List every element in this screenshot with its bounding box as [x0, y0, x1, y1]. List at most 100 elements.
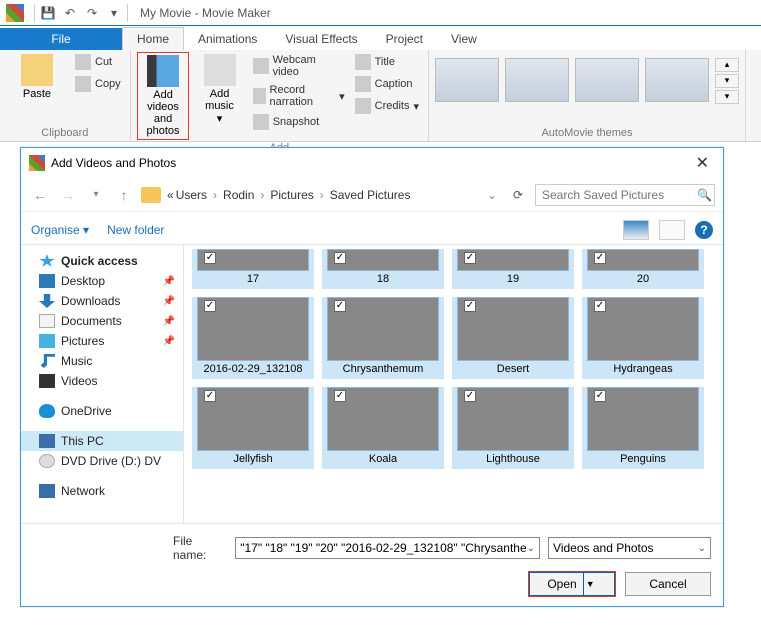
caption-button[interactable]: Caption	[352, 74, 422, 94]
tab-project[interactable]: Project	[372, 28, 437, 50]
search-input[interactable]	[542, 188, 697, 202]
group-clipboard-label: Clipboard	[6, 125, 124, 141]
file-checkbox[interactable]: ✓	[464, 300, 476, 312]
file-item[interactable]: ✓20	[582, 249, 704, 289]
file-item[interactable]: ✓Hydrangeas	[582, 297, 704, 379]
crumb-saved-pictures[interactable]: Saved Pictures	[330, 188, 411, 202]
new-folder-button[interactable]: New folder	[107, 223, 164, 237]
file-item[interactable]: ✓Chrysanthemum	[322, 297, 444, 379]
crumb-rodin[interactable]: Rodin	[223, 188, 254, 202]
file-checkbox[interactable]: ✓	[204, 390, 216, 402]
tab-file[interactable]: File	[0, 28, 122, 50]
nav-quick-access[interactable]: Quick access	[21, 251, 183, 271]
title-button[interactable]: Title	[352, 52, 422, 72]
file-item[interactable]: ✓Lighthouse	[452, 387, 574, 469]
nav-forward-button[interactable]: →	[57, 184, 79, 206]
file-checkbox[interactable]: ✓	[594, 252, 606, 264]
folder-icon	[141, 187, 161, 203]
file-checkbox[interactable]: ✓	[594, 390, 606, 402]
file-checkbox[interactable]: ✓	[204, 300, 216, 312]
nav-music[interactable]: Music	[21, 351, 183, 371]
add-music-button[interactable]: Add music▾	[193, 52, 245, 127]
file-thumbnail: ✓	[197, 297, 309, 361]
chevron-down-icon[interactable]: ⌄	[527, 543, 535, 554]
nav-up-button[interactable]: ↑	[113, 184, 135, 206]
credits-button[interactable]: Credits ▾	[352, 96, 422, 116]
file-checkbox[interactable]: ✓	[334, 300, 346, 312]
file-checkbox[interactable]: ✓	[334, 390, 346, 402]
chevron-down-icon[interactable]: ⌄	[698, 543, 706, 554]
gallery-down-icon[interactable]: ▾	[715, 74, 739, 88]
file-thumbnail: ✓	[197, 249, 309, 271]
file-item[interactable]: ✓Penguins	[582, 387, 704, 469]
preview-pane-button[interactable]	[659, 220, 685, 240]
dialog-close-button[interactable]: ✕	[690, 153, 715, 173]
cut-button[interactable]: Cut	[72, 52, 124, 72]
file-checkbox[interactable]: ✓	[594, 300, 606, 312]
nav-back-button[interactable]: ←	[29, 184, 51, 206]
nav-downloads[interactable]: Downloads📌	[21, 291, 183, 311]
nav-network[interactable]: Network	[21, 481, 183, 501]
file-checkbox[interactable]: ✓	[204, 252, 216, 264]
file-checkbox[interactable]: ✓	[334, 252, 346, 264]
automovie-gallery[interactable]: ▴ ▾ ▾	[435, 52, 739, 125]
view-mode-button[interactable]	[623, 220, 649, 240]
add-music-label: Add music	[195, 88, 243, 112]
qat-dropdown-icon[interactable]: ▾	[105, 4, 123, 22]
file-item[interactable]: ✓18	[322, 249, 444, 289]
automovie-theme-2[interactable]	[505, 58, 569, 102]
rotate-button[interactable]: Ro	[752, 52, 761, 102]
webcam-icon	[253, 58, 269, 74]
paste-button[interactable]: Paste	[6, 52, 68, 102]
nav-videos[interactable]: Videos	[21, 371, 183, 391]
refresh-button[interactable]: ⟳	[507, 188, 529, 202]
music-note-icon	[204, 54, 236, 86]
gallery-more-icon[interactable]: ▾	[715, 90, 739, 104]
open-button[interactable]: Open ▼	[529, 572, 615, 596]
file-thumbnail: ✓	[587, 297, 699, 361]
record-narration-button[interactable]: Record narration ▾	[250, 82, 348, 110]
file-item[interactable]: ✓17	[192, 249, 314, 289]
nav-desktop[interactable]: Desktop📌	[21, 271, 183, 291]
crumb-pictures[interactable]: Pictures	[270, 188, 313, 202]
qat-undo-icon[interactable]: ↶	[61, 4, 79, 22]
nav-onedrive[interactable]: OneDrive	[21, 401, 183, 421]
add-videos-photos-button[interactable]: Add videos and photos	[137, 52, 190, 140]
automovie-theme-4[interactable]	[645, 58, 709, 102]
file-item[interactable]: ✓Koala	[322, 387, 444, 469]
cancel-button[interactable]: Cancel	[625, 572, 711, 596]
snapshot-button[interactable]: Snapshot	[250, 112, 348, 132]
nav-documents[interactable]: Documents📌	[21, 311, 183, 331]
navigation-pane: Quick access Desktop📌 Downloads📌 Documen…	[21, 245, 184, 523]
nav-this-pc[interactable]: This PC	[21, 431, 183, 451]
file-item[interactable]: ✓2016-02-29_132108	[192, 297, 314, 379]
search-box[interactable]: 🔍	[535, 184, 715, 206]
webcam-video-button[interactable]: Webcam video	[250, 52, 348, 80]
automovie-theme-3[interactable]	[575, 58, 639, 102]
organise-menu[interactable]: Organise ▾	[31, 223, 89, 237]
gallery-up-icon[interactable]: ▴	[715, 58, 739, 72]
breadcrumb[interactable]: « Users› Rodin› Pictures› Saved Pictures…	[167, 188, 501, 202]
chevron-down-icon[interactable]: ⌄	[483, 188, 501, 202]
file-checkbox[interactable]: ✓	[464, 252, 476, 264]
file-item[interactable]: ✓19	[452, 249, 574, 289]
tab-home[interactable]: Home	[122, 27, 184, 50]
automovie-theme-1[interactable]	[435, 58, 499, 102]
crumb-users[interactable]: Users	[176, 188, 207, 202]
qat-save-icon[interactable]: 💾	[39, 4, 57, 22]
open-split-dropdown[interactable]: ▼	[583, 573, 597, 595]
nav-recent-dropdown[interactable]: ▾	[85, 184, 107, 206]
filter-combo[interactable]: Videos and Photos ⌄	[548, 537, 711, 559]
nav-dvd-drive[interactable]: DVD Drive (D:) DV	[21, 451, 183, 471]
nav-pictures[interactable]: Pictures📌	[21, 331, 183, 351]
tab-animations[interactable]: Animations	[184, 28, 271, 50]
tab-visual-effects[interactable]: Visual Effects	[271, 28, 371, 50]
tab-view[interactable]: View	[437, 28, 491, 50]
help-button[interactable]: ?	[695, 221, 713, 239]
file-item[interactable]: ✓Desert	[452, 297, 574, 379]
file-item[interactable]: ✓Jellyfish	[192, 387, 314, 469]
file-checkbox[interactable]: ✓	[464, 390, 476, 402]
filename-combo[interactable]: "17" "18" "19" "20" "2016-02-29_132108" …	[235, 537, 540, 559]
qat-redo-icon[interactable]: ↷	[83, 4, 101, 22]
copy-button[interactable]: Copy	[72, 74, 124, 94]
